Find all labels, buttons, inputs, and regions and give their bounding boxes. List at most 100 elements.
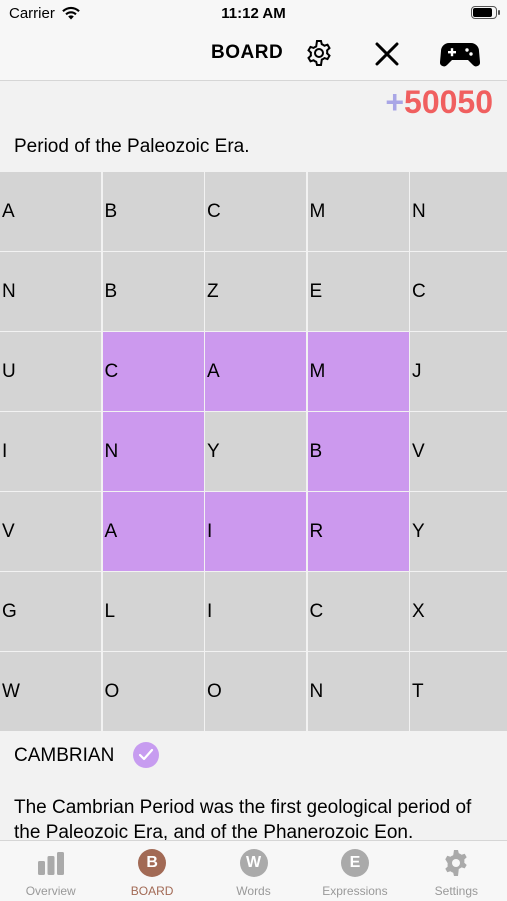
score-display: +50050 [385, 84, 493, 121]
letter-w-icon: W [239, 849, 268, 877]
grid-cell[interactable]: U [0, 332, 101, 411]
grid-letter: A [207, 361, 220, 382]
bar-chart-icon [37, 852, 64, 875]
grid-cell[interactable]: I [0, 412, 101, 491]
grid-cell[interactable]: A [102, 492, 204, 571]
letter-e-icon: E [340, 849, 369, 877]
grid-cell[interactable]: B [102, 172, 204, 251]
settings-gear-icon[interactable] [304, 38, 334, 68]
grid-letter: G [2, 601, 17, 622]
grid-cell[interactable]: Y [205, 412, 306, 491]
grid-cell[interactable]: Y [410, 492, 507, 571]
close-icon[interactable] [373, 40, 401, 68]
tab-label: BOARD [130, 884, 174, 898]
grid-letter: I [2, 441, 8, 462]
page-title: BOARD [211, 42, 284, 63]
grid-cell[interactable]: G [0, 572, 101, 651]
grid-cell[interactable]: N [410, 172, 507, 251]
grid-letter: A [2, 201, 15, 222]
grid-letter: C [207, 201, 221, 222]
grid-letter: N [309, 681, 324, 702]
grid-cell[interactable]: T [410, 652, 507, 731]
grid-letter: B [104, 201, 118, 222]
grid-letter: M [309, 361, 326, 382]
grid-cell[interactable]: B [307, 412, 409, 491]
status-bar: Carrier 11:12 AM [0, 0, 507, 28]
tab-settings[interactable]: Settings [406, 841, 507, 901]
grid-letter: A [104, 521, 118, 542]
grid-cell[interactable]: A [205, 332, 306, 411]
grid-cell[interactable]: R [307, 492, 409, 571]
score-value: 50050 [404, 84, 493, 120]
grid-letter: V [412, 441, 425, 462]
tab-expressions[interactable]: E Expressions [304, 841, 405, 901]
grid-letter: C [309, 601, 324, 622]
grid-letter: C [104, 361, 119, 382]
grid-cell[interactable]: C [102, 332, 204, 411]
grid-letter: B [309, 441, 323, 462]
grid-letter: Y [412, 521, 425, 542]
grid-letter: N [104, 441, 119, 462]
tab-bar: Overview B BOARD W Words E Expressions S… [0, 840, 507, 901]
grid-letter: C [412, 281, 426, 302]
tab-label: Expressions [322, 884, 388, 898]
grid-cell[interactable]: M [307, 332, 409, 411]
grid-letter: L [104, 601, 116, 622]
clue-text: Period of the Paleozoic Era. [14, 136, 250, 157]
grid-letter: V [2, 521, 15, 542]
grid-letter: R [309, 521, 324, 542]
grid-cell[interactable]: O [102, 652, 204, 731]
grid-cell[interactable]: B [102, 252, 204, 331]
tab-board[interactable]: B BOARD [101, 841, 202, 901]
battery-icon [471, 6, 500, 19]
grid-cell[interactable]: V [0, 492, 101, 571]
grid-cell[interactable]: V [410, 412, 507, 491]
tab-overview[interactable]: Overview [0, 841, 101, 901]
grid-cell[interactable]: W [0, 652, 101, 731]
navigation-bar: BOARD [0, 28, 507, 81]
grid-cell[interactable]: M [307, 172, 409, 251]
grid-letter: I [207, 521, 213, 542]
grid-letter: T [412, 681, 424, 702]
grid-cell[interactable]: Z [205, 252, 306, 331]
grid-letter: I [207, 601, 213, 622]
grid-cell[interactable]: N [102, 412, 204, 491]
grid-cell[interactable]: J [410, 332, 507, 411]
grid-letter: Z [207, 281, 219, 302]
score-plus: + [385, 84, 405, 120]
answer-word: CAMBRIAN [14, 745, 115, 766]
clock: 11:12 AM [221, 5, 286, 22]
grid-letter: J [412, 361, 422, 382]
grid-cell[interactable]: X [410, 572, 507, 651]
grid-letter: Y [207, 441, 220, 462]
checkmark-icon [133, 742, 159, 768]
grid-cell[interactable]: C [410, 252, 507, 331]
tab-words[interactable]: W Words [203, 841, 304, 901]
grid-letter: N [2, 281, 16, 302]
gamepad-icon[interactable] [439, 40, 481, 68]
grid-letter: N [412, 201, 426, 222]
tab-label: Overview [25, 884, 76, 898]
grid-letter: W [2, 681, 20, 702]
grid-cell[interactable]: O [205, 652, 306, 731]
grid-letter: U [2, 361, 16, 382]
grid-cell[interactable]: C [205, 172, 306, 251]
grid-cell[interactable]: I [205, 492, 306, 571]
letter-b-icon: B [138, 849, 167, 877]
grid-cell[interactable]: N [0, 252, 101, 331]
gear-icon [445, 850, 468, 876]
grid-cell[interactable]: C [307, 572, 409, 651]
grid-letter: O [207, 681, 222, 702]
word-description: The Cambrian Period was the first geolog… [14, 797, 472, 843]
grid-cell[interactable]: E [307, 252, 409, 331]
grid-cell[interactable]: L [102, 572, 204, 651]
grid-letter: M [309, 201, 326, 222]
grid-cell[interactable]: I [205, 572, 306, 651]
tab-label: Words [236, 884, 271, 898]
grid-letter: E [309, 281, 323, 302]
grid-letter: O [104, 681, 120, 702]
grid-cell[interactable]: A [0, 172, 101, 251]
letter-grid: A B C M N N B Z E C U C A M J I N Y B V V A I R Y G L I C X W O O N T [0, 172, 507, 731]
grid-letter: X [412, 601, 425, 622]
grid-cell[interactable]: N [307, 652, 409, 731]
